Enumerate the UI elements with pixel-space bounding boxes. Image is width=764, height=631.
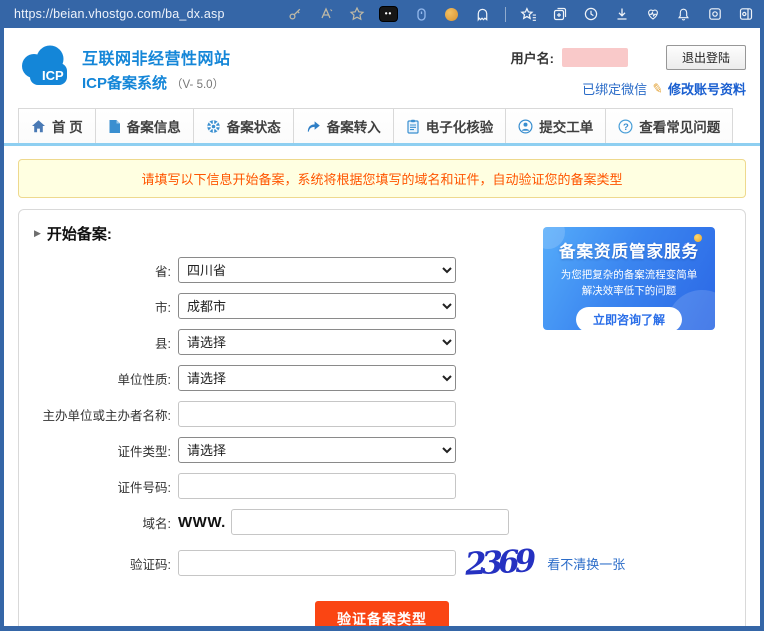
domain-input[interactable]	[230, 509, 509, 535]
tab-record-transfer[interactable]: 备案转入	[293, 108, 394, 143]
question-icon: ?	[618, 118, 633, 134]
org-type-row: 单位性质: 请选择	[19, 365, 745, 391]
wechat-bound-link[interactable]: 已绑定微信	[582, 79, 647, 98]
status-wheel-icon	[207, 119, 220, 133]
arrow-marker-icon: ▶	[34, 228, 41, 238]
document-icon	[109, 119, 120, 133]
captcha-row: 验证码: 2369 看不清换一张	[19, 543, 745, 582]
notice-banner: 请填写以下信息开始备案，系统将根据您填写的域名和证件，自动验证您的备案类型	[18, 159, 746, 198]
verify-record-type-button[interactable]: 验证备案类型	[315, 601, 449, 626]
tab-record-status[interactable]: 备案状态	[193, 108, 294, 143]
mouse-extension-icon[interactable]	[412, 6, 429, 23]
banner-line2: 解决效率低下的问题	[581, 285, 677, 298]
notifications-icon[interactable]	[675, 6, 692, 23]
tab-home[interactable]: 首 页	[18, 108, 96, 143]
browser-address-bar: https://beian.vhostgo.com/ba_dx.asp ••	[0, 0, 764, 28]
site-title-line1: 互联网非经营性网站	[82, 50, 231, 68]
clipboard-icon	[407, 119, 419, 134]
favorites-add-icon[interactable]	[348, 6, 365, 23]
city-select[interactable]: 成都市	[178, 293, 456, 319]
province-select[interactable]: 四川省	[178, 257, 456, 283]
home-icon	[32, 119, 45, 132]
panel-title: 开始备案:	[46, 226, 112, 243]
org-name-row: 主办单位或主办者名称:	[19, 401, 745, 427]
cert-number-input[interactable]	[178, 473, 456, 499]
banner-title: 备案资质管家服务	[559, 243, 699, 261]
county-row: 县: 请选择	[19, 329, 745, 355]
county-select[interactable]: 请选择	[178, 329, 456, 355]
captcha-image[interactable]: 2369	[464, 543, 532, 582]
butler-service-banner[interactable]: 备案资质管家服务 为您把复杂的备案流程变简单 解决效率低下的问题 立即咨询了解	[543, 227, 715, 330]
site-header: ICP 互联网非经营性网站 ICP备案系统 （V- 5.0） 用户名: 退出登陆 …	[4, 28, 760, 104]
main-nav: 首 页 备案信息 备案状态 备案转入 电子化核验 提交工单 ? 查看常见问题	[4, 108, 760, 146]
tab-submit-ticket[interactable]: 提交工单	[506, 108, 607, 143]
pencil-icon: ✎	[650, 79, 665, 97]
password-key-icon[interactable]	[286, 6, 303, 23]
banner-consult-button[interactable]: 立即咨询了解	[575, 306, 682, 330]
transfer-arrow-icon	[307, 120, 320, 132]
domain-row: 域名: WWW.	[19, 509, 745, 535]
icp-cloud-logo: ICP	[18, 44, 72, 93]
browser-window: https://beian.vhostgo.com/ba_dx.asp •• I…	[0, 0, 764, 631]
org-name-label: 主办单位或主办者名称:	[42, 408, 171, 423]
cert-number-row: 证件号码:	[19, 473, 745, 499]
captcha-input[interactable]	[178, 550, 456, 576]
username-redacted-value	[561, 48, 628, 67]
downloads-icon[interactable]	[613, 6, 630, 23]
captcha-label: 验证码:	[130, 557, 171, 572]
captcha-refresh-link[interactable]: 看不清换一张	[547, 554, 625, 573]
svg-text:ICP: ICP	[42, 68, 64, 83]
cert-type-row: 证件类型: 请选择	[19, 437, 745, 463]
extensions-badge-icon[interactable]: ••	[379, 6, 398, 22]
province-label: 省:	[155, 264, 171, 279]
org-name-input[interactable]	[178, 401, 456, 427]
page-body: ICP 互联网非经营性网站 ICP备案系统 （V- 5.0） 用户名: 退出登陆 …	[4, 28, 760, 626]
site-title-line2: ICP备案系统	[82, 74, 168, 92]
ghost-extension-icon[interactable]	[474, 6, 491, 23]
tab-record-info[interactable]: 备案信息	[95, 108, 194, 143]
org-type-select[interactable]: 请选择	[178, 365, 456, 391]
tab-e-verification[interactable]: 电子化核验	[393, 108, 507, 143]
browser-essentials-icon[interactable]	[644, 6, 661, 23]
cert-type-label: 证件类型:	[117, 444, 171, 459]
tab-faq[interactable]: ? 查看常见问题	[606, 108, 734, 143]
city-label: 市:	[155, 300, 171, 315]
version-label: （V- 5.0）	[171, 78, 225, 91]
cookie-extension-icon[interactable]	[443, 6, 460, 23]
url-text[interactable]: https://beian.vhostgo.com/ba_dx.asp	[14, 7, 225, 21]
cert-type-select[interactable]: 请选择	[178, 437, 456, 463]
cert-number-label: 证件号码:	[117, 480, 171, 495]
county-label: 县:	[155, 336, 171, 351]
username-label: 用户名:	[510, 51, 554, 66]
collections-icon[interactable]	[551, 6, 568, 23]
svg-text:?: ?	[623, 122, 629, 133]
edge-sidebar-icon[interactable]	[737, 6, 754, 23]
edit-account-link[interactable]: 修改账号资料	[668, 79, 746, 98]
favorites-bar-icon[interactable]	[520, 6, 537, 23]
org-type-label: 单位性质:	[117, 372, 171, 387]
domain-label: 域名:	[142, 516, 171, 531]
read-aloud-icon[interactable]	[317, 6, 334, 23]
web-capture-icon[interactable]	[706, 6, 723, 23]
start-record-panel: ▶ 开始备案: 省: 四川省 市: 成都市 县: 请选择 单位性质: 请选择 主…	[18, 209, 746, 626]
person-icon	[518, 118, 533, 134]
history-icon[interactable]	[582, 6, 599, 23]
www-prefix: WWW.	[178, 513, 226, 531]
banner-line1: 为您把复杂的备案流程变简单	[560, 269, 698, 281]
logout-button[interactable]: 退出登陆	[665, 45, 746, 70]
